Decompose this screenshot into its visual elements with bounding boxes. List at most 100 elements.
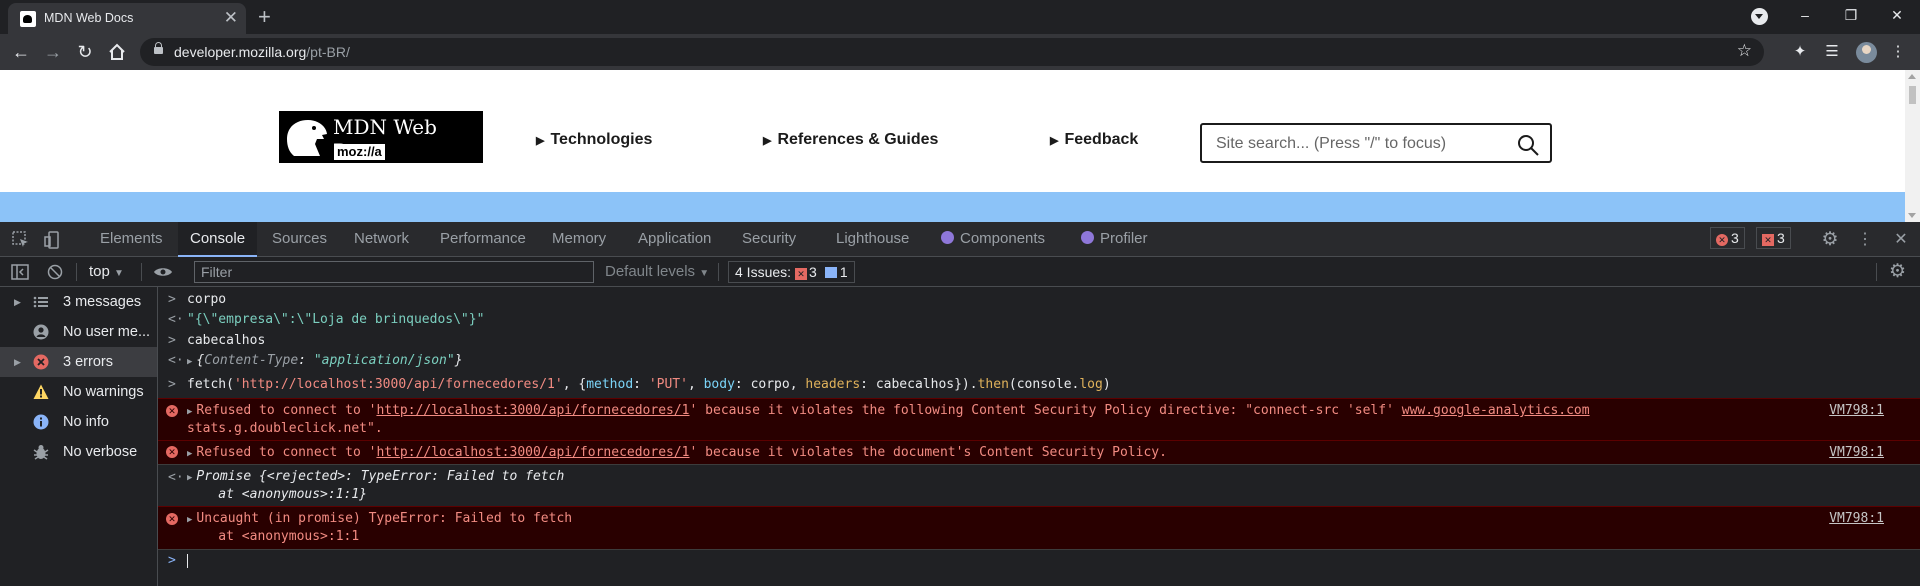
error-counter[interactable]: ✕ 3 [1710,227,1745,249]
close-devtools-icon[interactable]: ✕ [1891,230,1911,250]
settings-gear-icon[interactable]: ⚙ [1820,230,1840,250]
browser-toolbar: ← → ↻ developer.mozilla.org/pt-BR/ ☆ ✦ ☰… [0,34,1920,70]
back-icon[interactable]: ← [7,38,35,66]
list-icon [33,296,48,308]
source-link[interactable]: VM798:1 [1829,510,1884,528]
mdn-logo[interactable]: MDN Web Docs moz://a [279,111,483,163]
nav-technologies[interactable]: ▶ Technologies [536,131,652,149]
bug-icon [33,445,49,460]
inspect-element-icon[interactable] [11,230,31,250]
page-scrollbar[interactable] [1905,70,1920,222]
tab-console[interactable]: Console [178,222,258,257]
console-input-line: > cabecalhos [158,331,1920,351]
sidebar-item-verbose[interactable]: No verbose [0,437,157,467]
live-expression-eye-icon[interactable] [153,257,173,286]
tab-memory[interactable]: Memory [552,222,606,256]
console-settings-gear-icon[interactable]: ⚙ [1889,257,1906,286]
sidebar-toggle-icon[interactable] [11,257,29,286]
expand-object-icon[interactable]: ▶ [187,357,192,367]
tab-security[interactable]: Security [742,222,796,256]
console-messages[interactable]: > corpo <· "{\"empresa\":\"Loja de brinq… [158,287,1920,586]
expand-arrow-icon[interactable]: ▶ [14,287,21,317]
expand-arrow-icon[interactable]: ▶ [187,449,192,459]
bookmark-star-icon[interactable]: ☆ [1737,41,1752,61]
clear-console-icon[interactable] [47,257,63,286]
context-selector[interactable]: top ▼ [89,257,124,286]
console-input-line: > fetch('http://localhost:3000/api/forne… [158,372,1920,398]
scroll-down-icon[interactable] [1908,213,1916,218]
maximize-button[interactable]: ❐ [1828,0,1874,30]
tab-network[interactable]: Network [354,222,409,256]
issue-info-icon [824,267,837,278]
error-icon [33,354,49,370]
result-arrow-icon: <· [168,353,184,368]
tab-components[interactable]: Components [941,222,1045,256]
chrome-menu-icon[interactable]: ⋮ [1888,42,1908,62]
error-url-link[interactable]: http://localhost:3000/api/fornecedores/1 [376,445,689,460]
source-link[interactable]: VM798:1 [1829,402,1884,420]
tab-search-icon[interactable] [1751,8,1768,25]
expand-arrow-icon[interactable]: ▶ [187,407,192,417]
forward-icon[interactable]: → [39,38,67,66]
console-error-message[interactable]: ✕ ▶ Refused to connect to 'http://localho… [158,440,1920,465]
console-error-message[interactable]: ✕ ▶ Refused to connect to 'http://localho… [158,398,1920,441]
tab-elements[interactable]: Elements [100,222,163,256]
disclosure-triangle-icon: ▶ [763,135,772,147]
devtools-menu-icon[interactable]: ⋮ [1855,230,1875,250]
media-control-icon[interactable]: ☰ [1822,42,1842,62]
nav-references-guides[interactable]: ▶ References & Guides [763,131,938,149]
divider [141,263,142,281]
profile-avatar[interactable] [1856,42,1877,63]
nav-feedback[interactable]: ▶ Feedback [1050,131,1138,149]
sidebar-item-warnings[interactable]: No warnings [0,377,157,407]
browser-tab[interactable]: MDN Web Docs ✕ [8,3,246,34]
tab-application[interactable]: Application [638,222,711,256]
result-arrow-icon: <· [168,470,184,485]
device-toolbar-icon[interactable] [43,230,63,250]
minimize-button[interactable]: – [1782,0,1828,30]
input-prompt-icon: > [168,333,176,348]
console-prompt[interactable]: > [158,549,1920,572]
disclosure-triangle-icon: ▶ [536,135,545,147]
console-filter-input[interactable] [194,261,594,283]
log-levels-dropdown[interactable]: Default levels ▼ [605,257,709,286]
site-search-box[interactable] [1200,123,1552,163]
address-bar[interactable]: developer.mozilla.org/pt-BR/ ☆ [140,38,1764,66]
expand-arrow-icon[interactable]: ▶ [14,347,21,377]
analytics-link[interactable]: www.google-analytics.com [1402,403,1590,418]
sidebar-item-info[interactable]: No info [0,407,157,437]
home-icon[interactable] [103,38,131,66]
search-icon[interactable] [1516,133,1540,157]
lock-icon[interactable] [154,42,163,54]
scroll-up-icon[interactable] [1908,74,1916,79]
site-search-input[interactable] [1214,125,1508,163]
sidebar-item-messages[interactable]: ▶ 3 messages [0,287,157,317]
error-url-link[interactable]: http://localhost:3000/api/fornecedores/1 [376,403,689,418]
tab-performance[interactable]: Performance [440,222,526,256]
issues-counter[interactable]: ✕ 3 [1756,227,1791,249]
source-link[interactable]: VM798:1 [1829,444,1884,462]
console-result-line[interactable]: <· ▶ Promise {<rejected>: TypeError: Fail… [158,464,1920,507]
console-error-message[interactable]: ✕ ▶ Uncaught (in promise) TypeError: Fail… [158,506,1920,549]
url-text[interactable]: developer.mozilla.org/pt-BR/ [174,44,350,60]
tab-close-icon[interactable]: ✕ [224,8,238,28]
prompt-cursor[interactable] [187,554,188,568]
tab-profiler[interactable]: Profiler [1081,222,1148,256]
window-close-button[interactable]: ✕ [1874,0,1920,30]
scrollbar-thumb[interactable] [1909,86,1916,104]
reload-icon[interactable]: ↻ [71,38,99,66]
extensions-icon[interactable]: ✦ [1790,42,1810,62]
sidebar-item-user-messages[interactable]: No user me... [0,317,157,347]
tab-lighthouse[interactable]: Lighthouse [836,222,909,256]
new-tab-button[interactable]: + [258,3,271,31]
sidebar-item-errors[interactable]: ▶ 3 errors [0,347,157,377]
issue-error-icon: ✕ [1762,234,1774,246]
console-sidebar: ▶ 3 messages No user me... ▶ 3 errors No… [0,287,158,586]
console-result-line[interactable]: <· ▶ {Content-Type: "application/json"} [158,351,1920,371]
expand-arrow-icon[interactable]: ▶ [187,515,192,525]
tab-sources[interactable]: Sources [272,222,327,256]
console-result-line: <· "{\"empresa\":\"Loja de brinquedos\"}… [158,310,1920,330]
expand-object-icon[interactable]: ▶ [187,473,192,483]
issues-button[interactable]: 4 Issues: ✕ 3 1 [728,261,855,283]
tab-title: MDN Web Docs [44,11,134,25]
